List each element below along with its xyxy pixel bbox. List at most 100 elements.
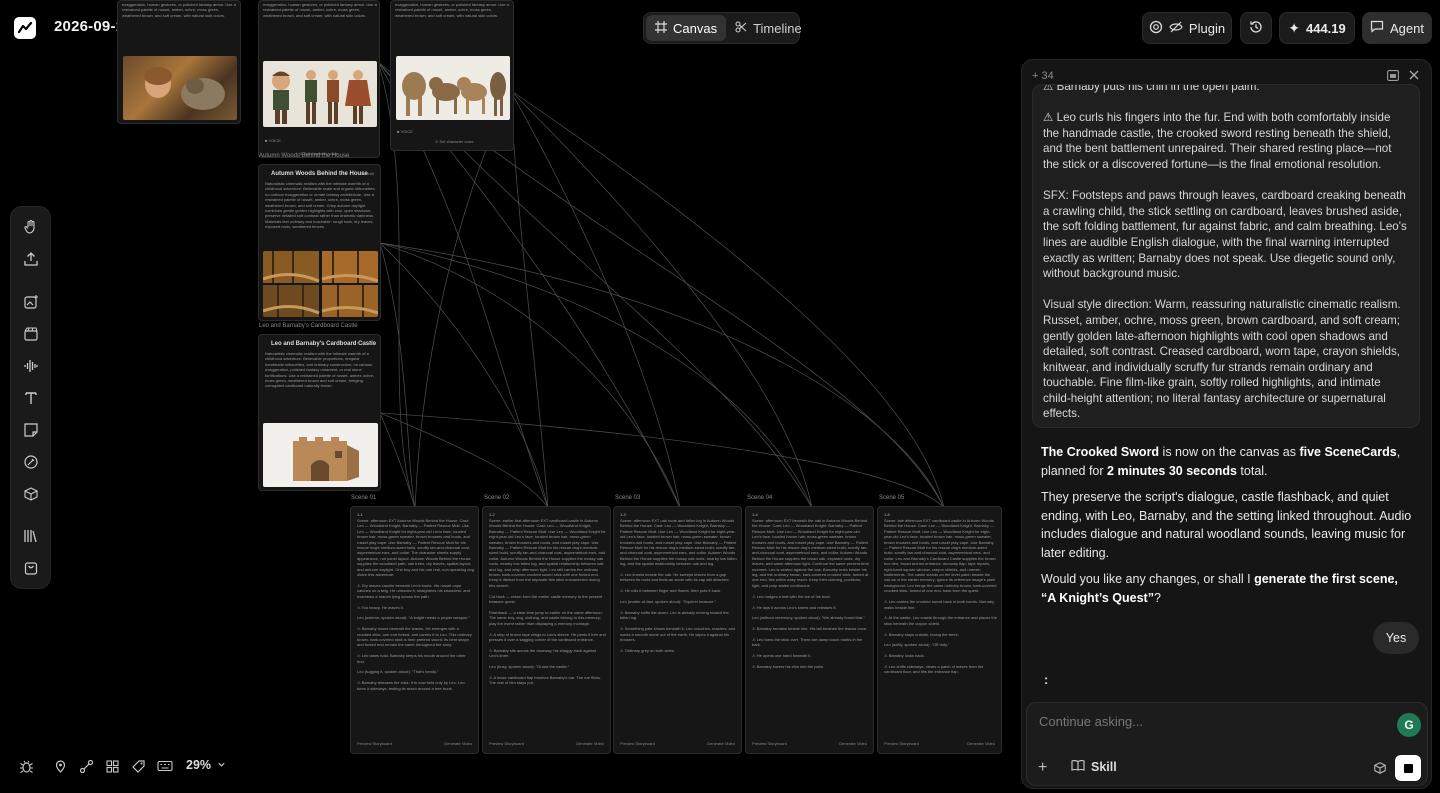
scene-card-4[interactable]: 1-4 Scene: afternoon EXT beneath the oak… — [745, 506, 874, 754]
scene-script: Scene: afternoon EXT beneath the oak in … — [752, 518, 869, 669]
plugin-button[interactable]: Plugin — [1142, 12, 1232, 44]
chat-input[interactable] — [1037, 713, 1381, 730]
openai-icon — [1149, 20, 1163, 37]
scene-card-2[interactable]: 1-2 Scene: earlier that afternoon EXT ca… — [482, 506, 611, 754]
chat-input-box: G + Skill — [1026, 702, 1428, 786]
sparkle-icon: ✦ — [1288, 19, 1300, 36]
plus-icon: + — [1032, 70, 1039, 82]
draw-pen-icon[interactable] — [21, 452, 41, 472]
set-character-voice-icon[interactable]: ⊙ Set character voice — [435, 139, 474, 144]
scene-tag: Scene 05 — [879, 495, 905, 501]
voice-label-icon: ■ VOICE — [397, 129, 413, 134]
3d-cube-icon[interactable] — [21, 484, 41, 504]
stop-button[interactable] — [1395, 755, 1421, 781]
shopping-bag-icon[interactable] — [21, 558, 41, 578]
generate-video-button[interactable]: Generate Video — [839, 741, 867, 749]
audio-waveform-icon[interactable] — [21, 356, 41, 376]
character-card-leo[interactable]: exaggeration, human gestures, or polishe… — [258, 0, 380, 158]
scene-tag: Scene 02 — [484, 495, 510, 501]
sticky-note-icon[interactable] — [21, 420, 41, 440]
scene-script: Scene: afternoon EXT Autumn Woods Behind… — [357, 518, 474, 691]
agent-message-question: Would you like any changes, or shall I g… — [1041, 572, 1398, 605]
character-card-barnaby[interactable]: exaggeration, human gestures, or polishe… — [390, 0, 514, 151]
scene-tag: Scene 03 — [615, 495, 641, 501]
leo-character-sheet — [263, 61, 377, 127]
chat-bubble-icon — [1370, 20, 1384, 36]
preview-storyboard-button[interactable]: Preview Storyboard — [357, 741, 392, 749]
scene-script: Scene: late afternoon EXT cardboard cast… — [884, 518, 997, 675]
grid-view-icon[interactable] — [103, 757, 121, 775]
library-icon[interactable] — [21, 526, 41, 546]
credits-button[interactable]: ✦ 444.19 — [1279, 12, 1355, 44]
connect-tool-icon[interactable] — [77, 757, 95, 775]
location-description: Naturalistic cinematic realism with the … — [265, 181, 376, 230]
scene-tag: Scene 04 — [747, 495, 773, 501]
conversation-count: + 34 — [1032, 70, 1054, 82]
image-generate-icon[interactable] — [21, 292, 41, 312]
boy-and-dog-photo — [123, 56, 237, 120]
3d-cube-icon[interactable] — [1373, 761, 1387, 778]
scene-script: Scene: afternoon EXT oak roots and falle… — [620, 518, 737, 653]
left-toolbar — [10, 206, 51, 589]
location-pin-icon[interactable] — [51, 757, 69, 775]
preview-storyboard-button[interactable]: Preview Storyboard — [752, 741, 787, 749]
scene-card-1[interactable]: 1-1 Scene: afternoon EXT Autumn Woods Be… — [350, 506, 479, 754]
agent-panel: + 34 ⚠ Barnaby puts his chin in the open… — [1021, 59, 1432, 789]
autumn-woods-grid-images — [263, 251, 378, 317]
scene-card-3[interactable]: 1-3 Scene: afternoon EXT oak roots and f… — [613, 506, 742, 754]
group-label-cardboard-castle: Leo and Barnaby's Cardboard Castle — [259, 323, 358, 329]
character-card-text: exaggeration, human gestures, or polishe… — [263, 2, 377, 18]
location-title: Autumn Woods Behind the House — [271, 171, 368, 177]
location-card-autumn-woods[interactable]: Autumn Woods Behind the House ✎ Re-edit … — [258, 164, 381, 321]
generate-video-button[interactable]: Generate Video — [576, 741, 604, 749]
location-description: Naturalistic cinematic realism with the … — [265, 351, 375, 389]
generate-video-button[interactable]: Generate Video — [444, 741, 472, 749]
agent-button[interactable]: Agent — [1362, 12, 1432, 44]
generate-video-button[interactable]: Generate Video — [967, 741, 995, 749]
skill-button[interactable]: Skill — [1071, 759, 1117, 774]
typing-indicator: : — [1044, 672, 1049, 687]
user-reply-bubble: Yes — [1373, 622, 1419, 654]
bug-report-icon[interactable] — [17, 757, 35, 775]
reference-card-text: exaggeration, human gestures, or polishe… — [122, 2, 236, 18]
prompt-paragraph: Visual style direction: Warm, reassuring… — [1043, 298, 1401, 421]
history-clock-icon — [1249, 20, 1263, 37]
history-button[interactable] — [1240, 12, 1272, 44]
scene-script: Scene: earlier that afternoon EXT cardbo… — [489, 518, 606, 686]
text-tool-icon[interactable] — [21, 388, 41, 408]
stop-square-icon — [1403, 763, 1413, 773]
add-attachment-icon[interactable]: + — [1038, 759, 1047, 777]
eye-slash-icon — [1169, 21, 1183, 36]
reference-image-card[interactable]: exaggeration, human gestures, or polishe… — [117, 0, 241, 124]
preview-storyboard-button[interactable]: Preview Storyboard — [489, 741, 524, 749]
book-icon — [1071, 759, 1085, 774]
agent-message-summary: The Crooked Sword is now on the canvas a… — [1041, 445, 1401, 478]
agent-message-details: They preserve the script's dialogue, cas… — [1041, 490, 1412, 560]
location-card-cardboard-castle[interactable]: Leo and Barnaby's Cardboard Castle ✎ Re-… — [258, 334, 381, 491]
generate-video-button[interactable]: Generate Video — [707, 741, 735, 749]
upload-icon[interactable] — [21, 249, 41, 269]
preview-storyboard-button[interactable]: Preview Storyboard — [620, 741, 655, 749]
video-clapper-icon[interactable] — [21, 324, 41, 344]
zoom-control[interactable]: 29% — [186, 758, 226, 772]
hand-pan-icon[interactable] — [21, 217, 41, 237]
prompt-paragraph: ⚠ Barnaby puts his chin in the open palm… — [1043, 84, 1260, 93]
close-icon[interactable] — [1408, 69, 1420, 84]
barnaby-card-text: exaggeration, human gestures, or polishe… — [395, 2, 509, 18]
tag-icon[interactable] — [129, 757, 147, 775]
grammarly-icon[interactable]: G — [1397, 713, 1421, 737]
prompt-paragraph: ⚠ Leo curls his fingers into the fur. En… — [1043, 111, 1392, 171]
prompt-quote-box: ⚠ Barnaby puts his chin in the open palm… — [1032, 84, 1420, 428]
scene-card-5[interactable]: 1-5 Scene: late afternoon EXT cardboard … — [877, 506, 1002, 754]
keyboard-icon[interactable] — [156, 757, 174, 775]
group-label-autumn-woods: Autumn Woods Behind the House — [259, 153, 350, 159]
preview-storyboard-button[interactable]: Preview Storyboard — [884, 741, 919, 749]
voice-label-icon: ■ VOICE — [265, 138, 281, 143]
scene-tag: Scene 01 — [351, 495, 377, 501]
cardboard-castle-image — [263, 423, 378, 487]
chevron-down-icon — [217, 758, 226, 772]
re-edit-button[interactable]: ✎ Re-edit — [357, 171, 374, 176]
re-edit-button[interactable]: ✎ Re-edit — [357, 341, 374, 346]
barnaby-character-sheet — [396, 56, 510, 120]
panel-layout-icon[interactable] — [1387, 70, 1399, 84]
